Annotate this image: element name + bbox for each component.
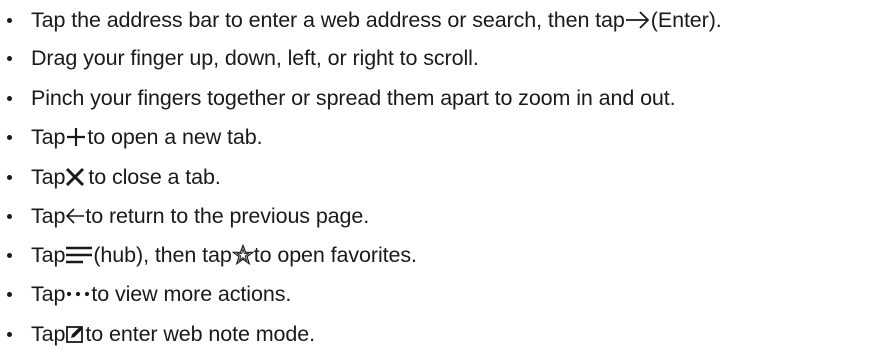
bullet: [7, 17, 12, 23]
more-icon: [65, 289, 91, 299]
item-text-before: Tap: [31, 124, 66, 149]
list-item: Tap to close a tab.: [0, 159, 221, 195]
list-item: Tap to return to the previous page.: [0, 198, 369, 234]
bullet: [7, 174, 12, 180]
bullet: [7, 291, 12, 297]
web-note-icon: [65, 324, 85, 344]
bullet: [7, 55, 12, 61]
item-text-before: Pinch your fingers together or spread th…: [31, 85, 676, 110]
item-text-before: Drag your finger up, down, left, or righ…: [31, 45, 479, 70]
list-item: Pinch your fingers together or spread th…: [0, 80, 676, 116]
bullet: [7, 134, 12, 140]
bullet: [7, 252, 12, 258]
list-item: Tap the address bar to enter a web addre…: [0, 2, 722, 38]
item-text-before: Tap the address bar to enter a web addre…: [31, 7, 625, 32]
item-text-before: Tap: [31, 203, 66, 228]
list-item: Tap to view more actions.: [0, 276, 291, 312]
close-icon: [65, 167, 85, 187]
list-item: Tap (hub), then tap to open favorites.: [0, 237, 417, 273]
item-text-after: to close a tab.: [88, 164, 221, 189]
list-item: Drag your finger up, down, left, or righ…: [0, 40, 479, 76]
arrow-right-icon: [625, 10, 651, 30]
item-text-before: Tap: [31, 321, 66, 346]
hub-icon: [65, 246, 93, 264]
bullet: [7, 213, 12, 219]
item-text-after: to return to the previous page.: [85, 203, 370, 228]
star-outline-icon: [231, 244, 254, 266]
list-item: Tap to enter web note mode.: [0, 316, 315, 352]
item-text-before: Tap: [31, 281, 66, 306]
bullet: [7, 95, 12, 101]
plus-icon: [65, 126, 87, 148]
item-text-after: to view more actions.: [91, 281, 292, 306]
item-text-after: to open a new tab.: [87, 124, 263, 149]
item-text-before: Tap: [31, 164, 66, 189]
list-item: Tap to open a new tab.: [0, 119, 263, 155]
bullet: [7, 331, 12, 337]
item-text-after: (Enter).: [650, 7, 722, 32]
arrow-left-icon: [65, 207, 85, 225]
item-text-after: to open favorites.: [253, 242, 417, 267]
item-text-after: to enter web note mode.: [85, 321, 315, 346]
item-text-mid: (hub), then tap: [93, 242, 232, 267]
item-text-before: Tap: [31, 242, 66, 267]
